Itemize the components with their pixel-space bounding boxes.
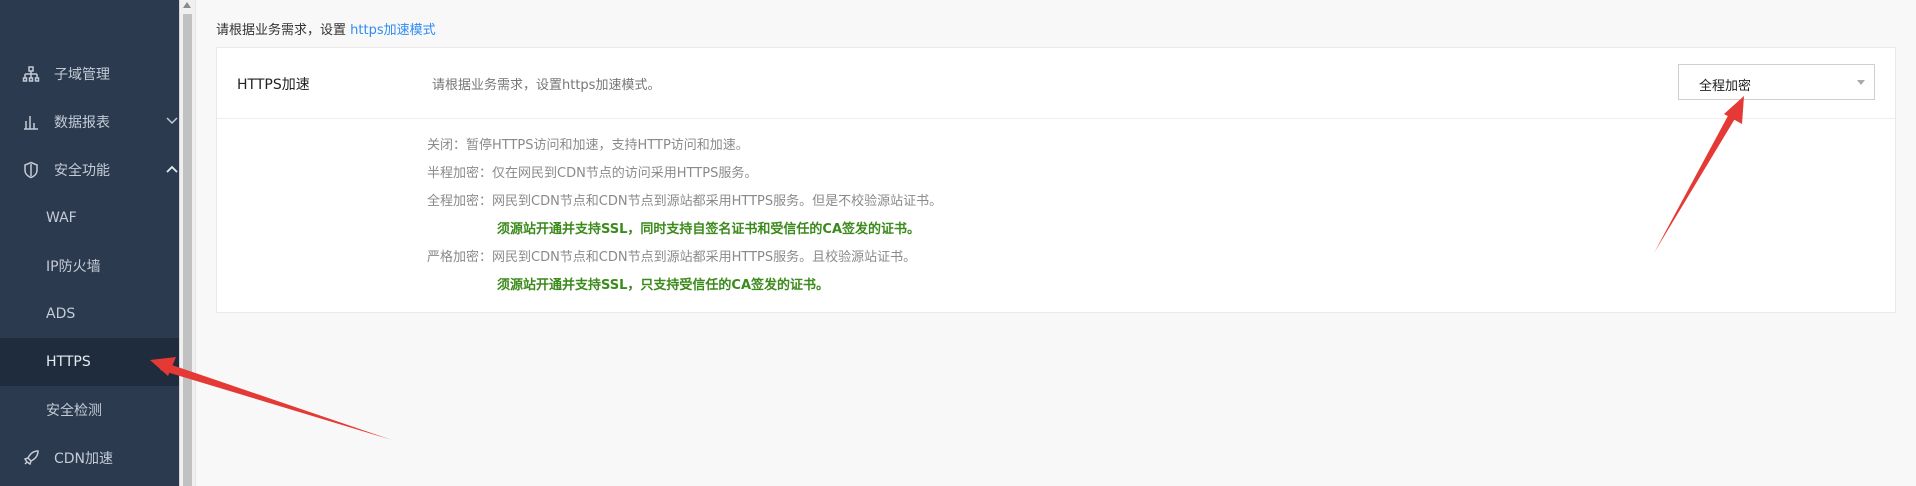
caret-down-icon — [1857, 80, 1865, 85]
note-off: 关闭：暂停HTTPS访问和加速，支持HTTP访问和加速。 — [427, 138, 749, 153]
sidebar-item-label: 数据报表 — [54, 115, 110, 131]
sidebar-item-label: 安全功能 — [54, 163, 110, 179]
sitemap-icon — [22, 65, 40, 83]
sidebar-item-ip-firewall[interactable]: IP防火墙 — [0, 242, 179, 290]
sidebar-scrollbar[interactable] — [179, 0, 195, 486]
rocket-icon — [22, 449, 40, 467]
mode-notes: 关闭：暂停HTTPS访问和加速，支持HTTP访问和加速。 半程加密：仅在网民到C… — [427, 132, 942, 300]
note-strict: 严格加密：网民到CDN节点和CDN节点到源站都采用HTTPS服务。且校验源站证书… — [427, 250, 917, 265]
encryption-mode-select[interactable]: 全程加密 — [1678, 64, 1875, 100]
sidebar-item-label: 安全检测 — [46, 403, 102, 419]
sidebar-item-security-scan[interactable]: 安全检测 — [0, 386, 179, 434]
sidebar-item-https[interactable]: HTTPS — [0, 338, 179, 386]
intro-text: 请根据业务需求，设置 https加速模式 — [216, 19, 436, 38]
note-strict-requirement: 须源站开通并支持SSL，只支持受信任的CA签发的证书。 — [497, 278, 830, 293]
https-mode-link[interactable]: https加速模式 — [350, 23, 435, 38]
sidebar-item-label: 子域管理 — [54, 67, 110, 83]
sidebar-item-label: ADS — [46, 306, 76, 322]
scroll-up-arrow-icon[interactable] — [183, 2, 191, 8]
chevron-up-icon — [166, 165, 178, 173]
note-half: 半程加密：仅在网民到CDN节点的访问采用HTTPS服务。 — [427, 166, 758, 181]
setting-title: HTTPS加速 — [237, 77, 310, 93]
https-setting-card: HTTPS加速 请根据业务需求，设置https加速模式。 全程加密 关闭：暂停H… — [216, 47, 1896, 313]
divider — [195, 0, 196, 486]
intro-label: 请根据业务需求，设置 — [216, 23, 347, 38]
note-full-requirement: 须源站开通并支持SSL，同时支持自签名证书和受信任的CA签发的证书。 — [497, 222, 921, 237]
select-value: 全程加密 — [1699, 79, 1752, 94]
sidebar-item-security[interactable]: 安全功能 — [0, 146, 179, 194]
sidebar-item-waf[interactable]: WAF — [0, 194, 179, 242]
note-full: 全程加密：网民到CDN节点和CDN节点到源站都采用HTTPS服务。但是不校验源站… — [427, 194, 943, 209]
sidebar-item-reports[interactable]: 数据报表 — [0, 98, 179, 146]
sidebar-item-label: IP防火墙 — [46, 259, 101, 275]
sidebar-item-label: HTTPS — [46, 354, 91, 370]
shield-icon — [22, 161, 40, 179]
chevron-down-icon — [166, 117, 178, 125]
sidebar-item-cdn[interactable]: CDN加速 — [0, 434, 179, 482]
sidebar: 子域管理 数据报表 安全功能 WAF IP防火墙 ADS HTTPS 安全检测 — [0, 0, 179, 486]
setting-row: HTTPS加速 请根据业务需求，设置https加速模式。 全程加密 — [217, 48, 1895, 119]
setting-description: 请根据业务需求，设置https加速模式。 — [432, 78, 661, 93]
sidebar-item-ads[interactable]: ADS — [0, 290, 179, 338]
scrollbar-thumb[interactable] — [183, 14, 192, 486]
sidebar-item-subdomain[interactable]: 子域管理 — [0, 50, 179, 98]
bar-chart-icon — [22, 113, 40, 131]
sidebar-item-label: CDN加速 — [54, 451, 114, 467]
sidebar-item-label: WAF — [46, 210, 77, 226]
